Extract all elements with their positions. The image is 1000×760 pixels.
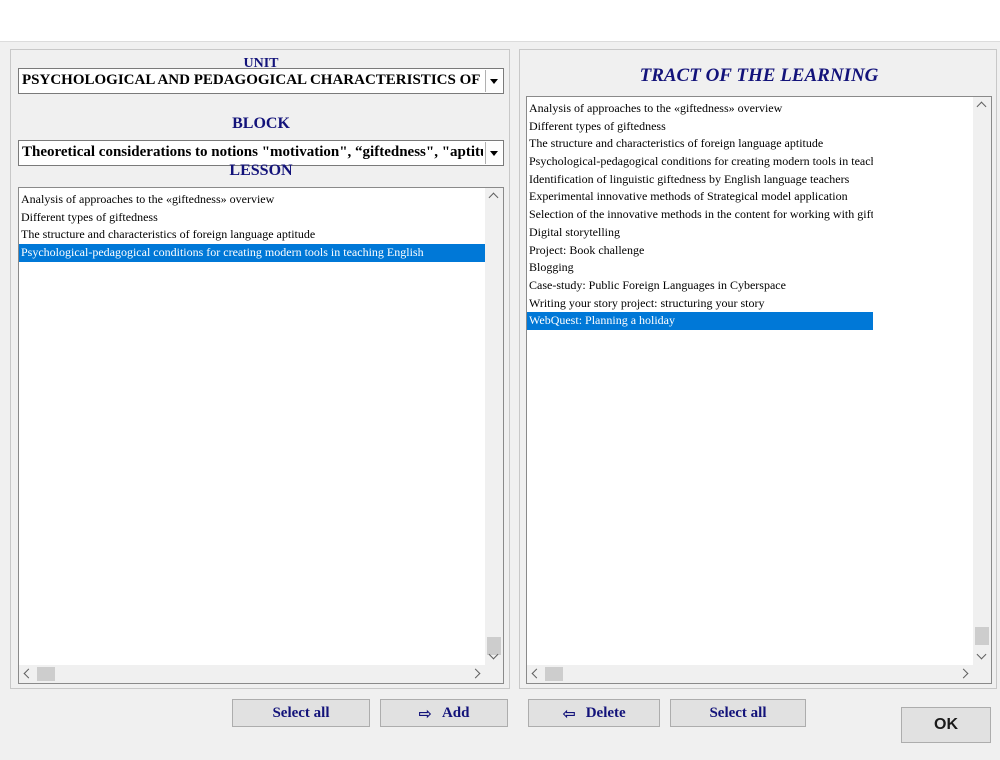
tract-title: TRACT OF THE LEARNING [639,65,879,86]
lesson-listbox[interactable]: Analysis of approaches to the «giftednes… [18,187,504,684]
ok-label: OK [934,716,958,733]
scroll-thumb[interactable] [975,627,989,645]
delete-label: Delete [585,704,626,721]
list-item[interactable]: Blogging [527,259,873,277]
unit-select[interactable]: PSYCHOLOGICAL AND PEDAGOGICAL CHARACTERI… [18,68,504,94]
list-item[interactable]: Psychological-pedagogical conditions for… [527,153,873,171]
list-item[interactable]: The structure and characteristics of for… [19,226,485,244]
window-title-bar [0,0,1000,42]
arrow-left-outline-icon: ⇦ [562,703,576,723]
list-item[interactable]: Writing your story project: structuring … [527,295,873,313]
list-item[interactable]: Selection of the innovative methods in t… [527,206,873,224]
list-item[interactable]: Analysis of approaches to the «giftednes… [19,191,485,209]
arrow-right-outline-icon: ⇨ [418,703,432,723]
select-all-tract-button[interactable]: Select all [670,699,806,727]
list-item[interactable]: Experimental innovative methods of Strat… [527,188,873,206]
unit-dropdown-button[interactable] [485,70,502,92]
list-item[interactable]: Case-study: Public Foreign Languages in … [527,277,873,295]
vertical-scrollbar[interactable] [973,97,991,665]
tract-listbox[interactable]: Analysis of approaches to the «giftednes… [526,96,992,684]
scroll-up-icon[interactable] [488,192,499,203]
select-all-lessons-button[interactable]: Select all [232,699,370,727]
list-item-selected[interactable]: Psychological-pedagogical conditions for… [19,244,485,262]
horizontal-scrollbar[interactable] [19,665,503,683]
list-item[interactable]: Project: Book challenge [527,242,873,260]
chevron-down-icon [490,79,498,84]
block-label: BLOCK [232,115,290,132]
unit-select-value: PSYCHOLOGICAL AND PEDAGOGICAL CHARACTERI… [22,72,483,88]
list-item[interactable]: Identification of linguistic giftedness … [527,171,873,189]
chevron-down-icon [490,151,498,156]
scroll-thumb[interactable] [37,667,55,681]
scroll-left-icon[interactable] [23,668,34,679]
lesson-label: LESSON [229,162,293,179]
horizontal-scrollbar[interactable] [527,665,991,683]
select-all-label: Select all [272,704,330,721]
list-item[interactable]: Different types of giftedness [19,209,485,227]
block-dropdown-button[interactable] [485,142,502,164]
list-item-selected[interactable]: WebQuest: Planning a holiday [527,312,873,330]
tract-panel: TRACT OF THE LEARNING Analysis of approa… [519,49,997,689]
list-item[interactable]: Digital storytelling [527,224,873,242]
scroll-right-icon[interactable] [470,668,481,679]
scroll-up-icon[interactable] [976,101,987,112]
add-button[interactable]: ⇨ Add [380,699,508,727]
add-label: Add [441,704,470,721]
list-item[interactable]: Different types of giftedness [527,118,873,136]
ok-button[interactable]: OK [901,707,991,743]
delete-button[interactable]: ⇦ Delete [528,699,660,727]
block-select-value: Theoretical considerations to notions "m… [22,144,483,160]
list-item[interactable]: Analysis of approaches to the «giftednes… [527,100,873,118]
selection-panel: UNIT PSYCHOLOGICAL AND PEDAGOGICAL CHARA… [10,49,510,689]
scroll-right-icon[interactable] [958,668,969,679]
vertical-scrollbar[interactable] [485,188,503,665]
select-all-label: Select all [709,704,767,721]
scroll-left-icon[interactable] [531,668,542,679]
list-item[interactable]: The structure and characteristics of for… [527,135,873,153]
scroll-thumb[interactable] [545,667,563,681]
scroll-down-icon[interactable] [976,649,987,660]
